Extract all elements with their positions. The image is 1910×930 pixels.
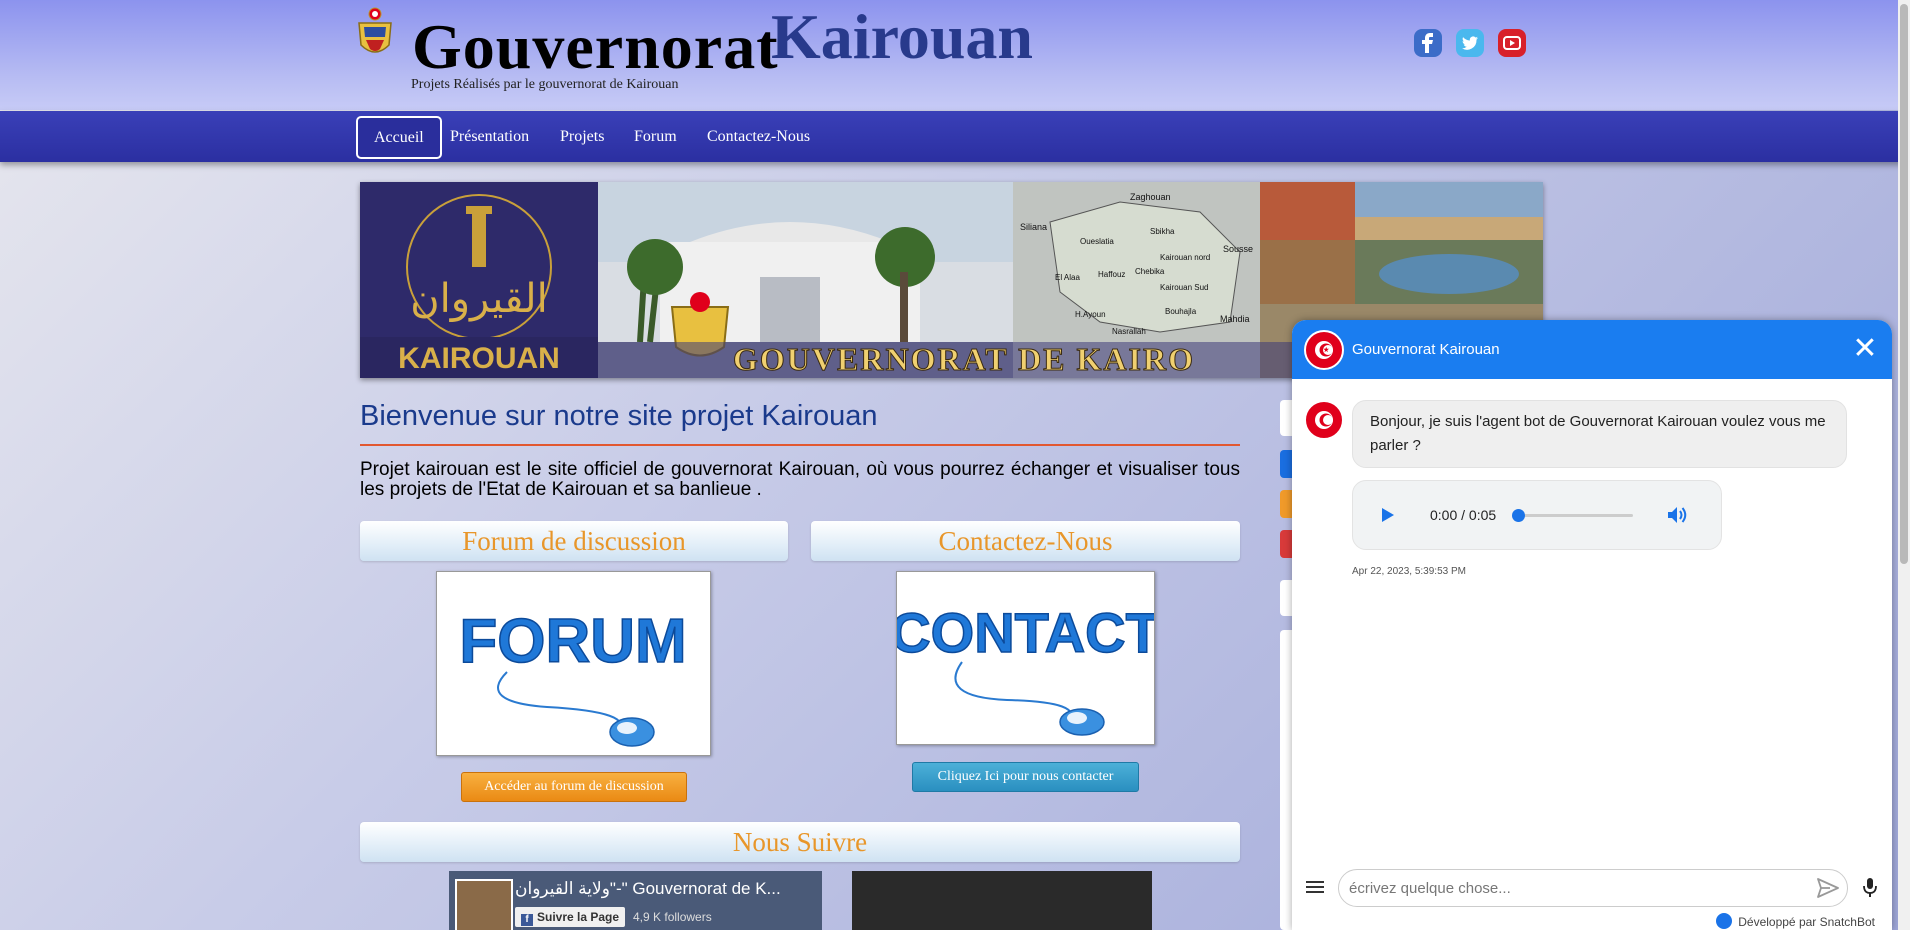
svg-text:Kairouan Sud: Kairouan Sud xyxy=(1160,283,1208,292)
follow-section-heading: Nous Suivre xyxy=(360,822,1240,862)
facebook-page-widget[interactable]: ولاية القيروان"-" Gouvernorat de K... fS… xyxy=(449,871,822,930)
svg-text:Sousse: Sousse xyxy=(1223,244,1253,254)
chat-widget: Gouvernorat Kairouan ✕ Bonjour, je suis … xyxy=(1292,320,1892,930)
close-icon[interactable]: ✕ xyxy=(1850,334,1880,364)
contact-section-heading: Contactez-Nous xyxy=(811,521,1240,561)
fb-page-name: ولاية القيروان"-" Gouvernorat de K... xyxy=(515,879,781,898)
svg-text:Sbikha: Sbikha xyxy=(1150,227,1175,236)
fb-follow-button[interactable]: f Suivre la Page xyxy=(515,907,626,927)
facebook-icon[interactable] xyxy=(1413,28,1443,58)
svg-text:Kairouan nord: Kairouan nord xyxy=(1160,253,1210,262)
scrollbar-thumb[interactable] xyxy=(1900,4,1908,564)
bot-avatar-icon xyxy=(1304,330,1344,370)
tunisia-emblem-icon xyxy=(356,7,394,59)
video-widget[interactable] xyxy=(852,871,1152,930)
title-divider xyxy=(360,444,1240,446)
nav-item-contact[interactable]: Contactez-Nous xyxy=(707,111,810,162)
nav-item-projets[interactable]: Projets xyxy=(560,111,604,162)
play-icon[interactable] xyxy=(1373,501,1401,529)
bot-message: Bonjour, je suis l'agent bot de Gouverno… xyxy=(1352,400,1847,468)
svg-text:Chebika: Chebika xyxy=(1135,267,1165,276)
volume-icon[interactable] xyxy=(1663,501,1691,529)
bot-avatar-icon xyxy=(1304,400,1344,440)
nav-item-accueil[interactable]: Accueil xyxy=(356,116,442,159)
contact-button[interactable]: Cliquez Ici pour nous contacter xyxy=(912,762,1139,792)
svg-text:Haffouz: Haffouz xyxy=(1098,270,1125,279)
audio-player: 0:00 / 0:05 xyxy=(1352,480,1722,550)
svg-text:Siliana: Siliana xyxy=(1020,222,1047,232)
send-icon[interactable] xyxy=(1816,877,1840,899)
svg-text:GOUVERNORAT DE KAIRO: GOUVERNORAT DE KAIRO xyxy=(733,341,1195,377)
svg-text:FORUM: FORUM xyxy=(459,607,686,676)
powered-by-label: Développé par SnatchBot xyxy=(1738,915,1875,929)
page-scrollbar[interactable] xyxy=(1898,0,1910,930)
message-timestamp: Apr 22, 2023, 5:39:53 PM xyxy=(1352,566,1466,577)
chat-header: Gouvernorat Kairouan ✕ xyxy=(1292,320,1892,379)
contact-image[interactable]: CONTACT xyxy=(889,571,1161,745)
forum-image[interactable]: FORUM xyxy=(436,571,711,756)
site-title-highlight: Kairouan xyxy=(771,1,1033,72)
facebook-icon: f xyxy=(521,914,533,926)
fb-followers: 4,9 K followers xyxy=(633,910,712,924)
svg-text:Nasrallah: Nasrallah xyxy=(1112,327,1146,336)
twitter-icon[interactable] xyxy=(1455,28,1485,58)
forum-button[interactable]: Accéder au forum de discussion xyxy=(461,772,687,802)
audio-seek-bar[interactable] xyxy=(1512,509,1633,522)
svg-text:Oueslatia: Oueslatia xyxy=(1080,237,1114,246)
svg-text:H.Ayoun: H.Ayoun xyxy=(1075,310,1106,319)
welcome-title: Bienvenue sur notre site projet Kairouan xyxy=(360,400,878,432)
audio-seek-handle[interactable] xyxy=(1512,509,1525,522)
forum-section-heading: Forum de discussion xyxy=(360,521,788,561)
svg-text:CONTACT: CONTACT xyxy=(897,601,1154,664)
welcome-text: Projet kairouan est le site officiel de … xyxy=(360,459,1240,500)
microphone-icon[interactable] xyxy=(1860,875,1880,899)
youtube-icon[interactable] xyxy=(1497,28,1527,58)
site-header: Gouvernorat Kairouan Projets Réalisés pa… xyxy=(0,0,1910,110)
chat-title: Gouvernorat Kairouan xyxy=(1352,341,1500,358)
site-subtitle: Projets Réalisés par le gouvernorat de K… xyxy=(411,77,679,92)
svg-text:El Alaa: El Alaa xyxy=(1055,273,1080,282)
audio-time: 0:00 / 0:05 xyxy=(1430,507,1497,523)
main-nav: Accueil Présentation Projets Forum Conta… xyxy=(0,111,1910,162)
svg-text:القيروان: القيروان xyxy=(410,276,547,322)
fb-page-thumbnail xyxy=(455,879,513,930)
svg-text:Zaghouan: Zaghouan xyxy=(1130,192,1171,202)
menu-icon[interactable] xyxy=(1304,877,1326,897)
chat-message-input[interactable] xyxy=(1338,869,1848,907)
nav-item-presentation[interactable]: Présentation xyxy=(450,111,529,162)
site-title: Gouvernorat xyxy=(412,11,779,82)
nav-item-forum[interactable]: Forum xyxy=(634,111,677,162)
svg-text:Bouhajla: Bouhajla xyxy=(1165,307,1197,316)
fb-follow-label: Suivre la Page xyxy=(537,910,620,924)
powered-by[interactable]: Développé par SnatchBot xyxy=(1716,913,1875,929)
svg-text:Mahdia: Mahdia xyxy=(1220,314,1250,324)
snatchbot-logo-icon xyxy=(1716,913,1733,929)
svg-text:KAIROUAN: KAIROUAN xyxy=(398,342,560,375)
chat-footer: Développé par SnatchBot xyxy=(1292,845,1892,930)
